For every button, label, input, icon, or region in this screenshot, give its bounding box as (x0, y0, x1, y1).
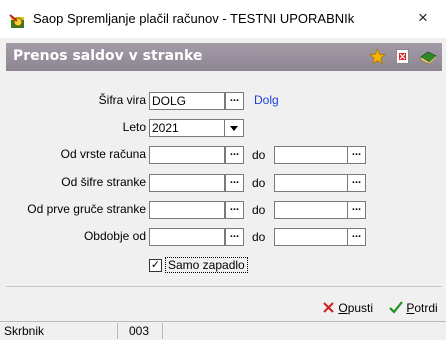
od-vrste-racuna-from-lookup[interactable]: ... (225, 146, 244, 164)
leto-select[interactable]: 2021 (149, 119, 225, 137)
samo-zapadlo-label[interactable]: Samo zapadlo (165, 257, 248, 273)
sifra-vira-input[interactable]: DOLG (149, 92, 225, 110)
potrdi-label: otrdi (414, 301, 438, 315)
opusti-label: pusti (347, 301, 374, 315)
od-prve-gruce-label: Od prve gruče stranke (27, 202, 146, 216)
od-vrste-racuna-label: Od vrste računa (60, 147, 146, 161)
od-sifre-stranke-to-input[interactable] (274, 174, 348, 192)
status-divider (117, 323, 118, 339)
sifra-vira-label: Šifra vira (98, 93, 146, 107)
divider (6, 286, 442, 287)
close-icon[interactable]: × (400, 0, 446, 38)
leto-label: Leto (122, 120, 146, 134)
od-vrste-racuna-from-input[interactable] (149, 146, 225, 164)
window-title: Saop Spremljanje plačil računov - TESTNI… (33, 11, 355, 26)
samo-zapadlo-checkbox[interactable]: ✓ (149, 259, 162, 272)
status-divider (162, 323, 163, 339)
od-sifre-stranke-label: Od šifre stranke (61, 175, 146, 189)
od-vrste-racuna-do-label: do (252, 148, 266, 162)
sifra-vira-lookup-text: Dolg (254, 93, 279, 107)
application-window: Saop Spremljanje plačil računov - TESTNI… (0, 0, 446, 340)
book-icon[interactable] (419, 48, 438, 68)
opusti-mnemonic: O (338, 301, 348, 315)
od-vrste-racuna-to-input[interactable] (274, 146, 348, 164)
sifra-vira-lookup-button[interactable]: ... (225, 92, 244, 110)
obdobje-to-lookup[interactable]: ... (347, 228, 366, 246)
obdobje-from-input[interactable] (149, 228, 225, 246)
od-sifre-stranke-from-input[interactable] (149, 174, 225, 192)
confirm-check-icon (389, 301, 403, 314)
status-bar: Skrbnik 003 (0, 321, 446, 340)
obdobje-label: Obdobje od (83, 229, 146, 243)
form-header: Prenos saldov v stranke (6, 43, 442, 71)
od-sifre-stranke-to-lookup[interactable]: ... (347, 174, 366, 192)
od-vrste-racuna-to-lookup[interactable]: ... (347, 146, 366, 164)
obdobje-to-input[interactable] (274, 228, 348, 246)
cancel-x-icon (323, 302, 334, 313)
form-title: Prenos saldov v stranke (13, 48, 203, 64)
app-icon (9, 12, 27, 33)
od-prve-gruce-from-lookup[interactable]: ... (225, 201, 244, 219)
od-prve-gruce-to-lookup[interactable]: ... (347, 201, 366, 219)
star-icon[interactable] (368, 47, 387, 68)
obdobje-do-label: do (252, 230, 266, 244)
title-bar: Saop Spremljanje plačil računov - TESTNI… (0, 0, 446, 38)
form-body: Šifra vira DOLG ... Dolg Leto 2021 Od vr… (6, 71, 442, 285)
obdobje-from-lookup[interactable]: ... (225, 228, 244, 246)
od-prve-gruce-from-input[interactable] (149, 201, 225, 219)
status-code: 003 (129, 324, 150, 338)
opusti-button[interactable]: Opusti (322, 301, 373, 315)
od-sifre-stranke-from-lookup[interactable]: ... (225, 174, 244, 192)
potrdi-button[interactable]: Potrdi (389, 301, 438, 315)
leto-dropdown-button[interactable] (224, 119, 244, 137)
dropdown-arrow-icon (230, 126, 238, 131)
od-sifre-stranke-do-label: do (252, 176, 266, 190)
pdf-icon[interactable] (395, 48, 411, 68)
od-prve-gruce-to-input[interactable] (274, 201, 348, 219)
od-prve-gruce-do-label: do (252, 203, 266, 217)
status-user: Skrbnik (4, 324, 45, 338)
